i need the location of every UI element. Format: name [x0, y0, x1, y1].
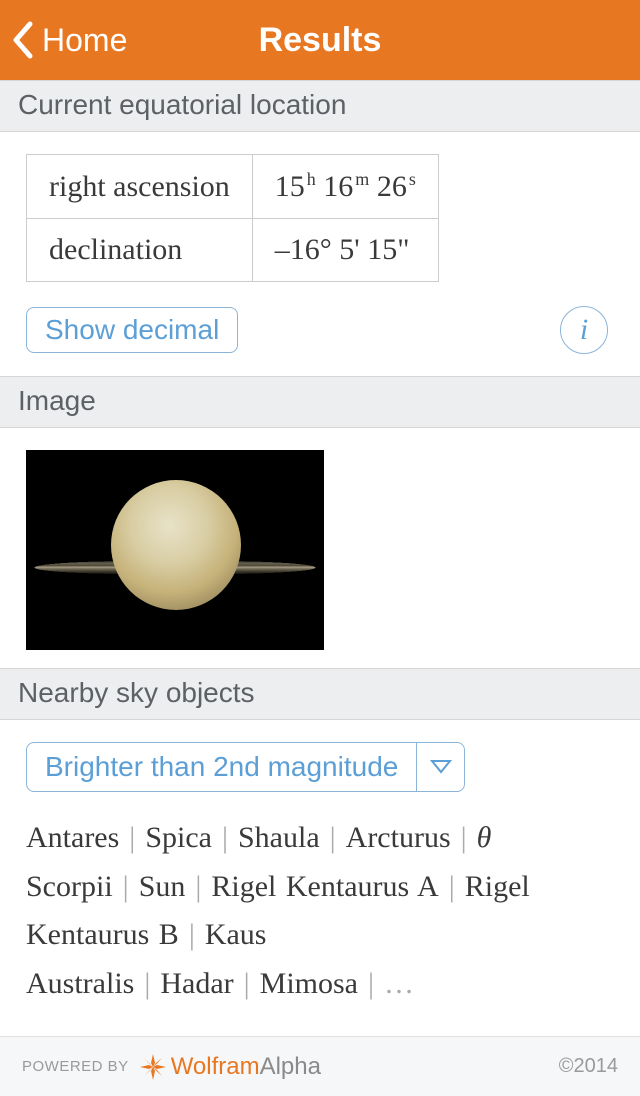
sky-object: Shaula — [238, 821, 320, 854]
nearby-objects-list: Antares|Spica|Shaula|Arcturus|θ Scorpii|… — [26, 814, 614, 1008]
section-header-image: Image — [0, 376, 640, 428]
footer: POWERED BY WolframAlpha ©2014 — [0, 1036, 640, 1096]
app-header: Home Results — [0, 0, 640, 80]
ra-value: 15h 16m 26s — [252, 155, 438, 219]
separator: | — [439, 870, 465, 903]
section-header-equatorial: Current equatorial location — [0, 80, 640, 132]
table-row: right ascension 15h 16m 26s — [27, 155, 439, 219]
separator: | — [212, 821, 238, 854]
section-header-nearby: Nearby sky objects — [0, 668, 640, 720]
chevron-down-icon — [430, 759, 452, 775]
chevron-left-icon — [10, 20, 36, 60]
equatorial-table: right ascension 15h 16m 26s declination … — [26, 154, 439, 282]
planet-image — [26, 450, 324, 650]
sky-object: Spica — [145, 821, 212, 854]
copyright: ©2014 — [559, 1055, 618, 1078]
sky-object: Mimosa — [260, 967, 358, 1000]
magnitude-filter: Brighter than 2nd magnitude — [26, 742, 614, 792]
table-row: declination –16° 5' 15" — [27, 219, 439, 282]
info-icon: i — [580, 313, 588, 347]
separator: | — [358, 967, 384, 1000]
equatorial-actions: Show decimal i — [26, 306, 614, 354]
separator: | — [234, 967, 260, 1000]
saturn-body-icon — [111, 480, 241, 610]
ra-label: right ascension — [27, 155, 253, 219]
brand-alpha: Alpha — [260, 1053, 321, 1081]
section-image-body — [0, 428, 640, 668]
wolfram-alpha-logo: WolframAlpha — [139, 1053, 321, 1081]
sky-object: Rigel Kentaurus A — [211, 870, 438, 903]
dec-label: declination — [27, 219, 253, 282]
dec-value: –16° 5' 15" — [252, 219, 438, 282]
powered-by-label: POWERED BY — [22, 1058, 129, 1075]
info-button[interactable]: i — [560, 306, 608, 354]
separator: | — [320, 821, 346, 854]
ellipsis: … — [384, 967, 416, 1000]
show-decimal-button[interactable]: Show decimal — [26, 307, 238, 353]
back-label: Home — [42, 22, 127, 59]
section-equatorial-body: right ascension 15h 16m 26s declination … — [0, 132, 640, 376]
section-nearby-body: Brighter than 2nd magnitude Antares|Spic… — [0, 720, 640, 1018]
sky-object: Arcturus — [346, 821, 451, 854]
separator: | — [119, 821, 145, 854]
separator: | — [179, 918, 205, 951]
separator: | — [113, 870, 139, 903]
brand-wolfram: Wolfram — [171, 1053, 260, 1081]
sky-object: Hadar — [160, 967, 233, 1000]
sky-object: Antares — [26, 821, 119, 854]
sky-object: Sun — [139, 870, 186, 903]
back-button[interactable]: Home — [0, 20, 127, 60]
separator: | — [134, 967, 160, 1000]
magnitude-filter-button[interactable]: Brighter than 2nd magnitude — [26, 742, 417, 792]
spikey-icon — [139, 1053, 167, 1081]
separator: | — [185, 870, 211, 903]
magnitude-filter-dropdown[interactable] — [417, 742, 465, 792]
separator: | — [451, 821, 477, 854]
